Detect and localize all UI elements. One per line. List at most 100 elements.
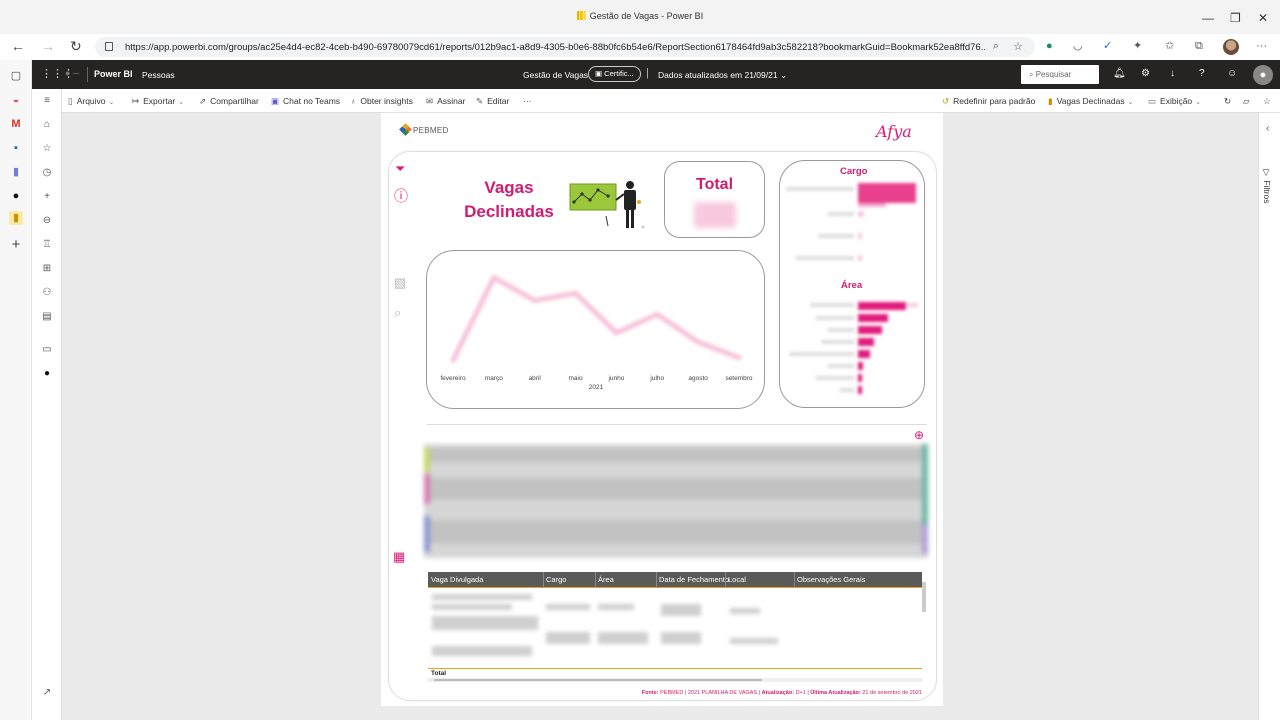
workspace-avatar-icon[interactable]: ● xyxy=(40,367,54,381)
hamburger-icon[interactable]: ≡ xyxy=(40,94,54,108)
filters-label[interactable]: ▽ Filtros xyxy=(1262,168,1272,204)
window-title: Gestão de Vagas - Power BI xyxy=(0,11,1280,21)
certified-badge[interactable]: ▣ Certific... xyxy=(588,66,641,82)
help-circle-icon[interactable]: ⓘ xyxy=(394,189,408,203)
line-point[interactable] xyxy=(491,275,497,281)
data-updated[interactable]: Dados atualizados em 21/09/21 ⌄ xyxy=(658,70,787,81)
extension-icon[interactable]: ● xyxy=(1046,40,1053,52)
comments-icon[interactable]: ▱ xyxy=(1243,96,1250,107)
view-menu[interactable]: ▭ Exibição ⌄ xyxy=(1148,96,1201,107)
filters-pane[interactable]: ‹ ▽ Filtros xyxy=(1258,113,1280,720)
table-row xyxy=(546,604,590,610)
export-menu[interactable]: ↦ Exportar ⌄ xyxy=(132,96,184,107)
teams-chat-button[interactable]: ▣ Chat no Teams xyxy=(271,96,340,107)
home-icon[interactable]: ⌂ xyxy=(40,118,54,132)
favorites-icon[interactable]: ✩ xyxy=(1165,40,1174,52)
expand-icon[interactable]: ↗ xyxy=(40,686,54,700)
line-point[interactable] xyxy=(695,339,701,345)
powerbi-app-icon[interactable]: ▮ xyxy=(9,211,23,225)
forward-icon[interactable]: → xyxy=(41,39,55,53)
col-data-fechamento[interactable]: Data de Fechamento xyxy=(659,575,729,584)
more-icon[interactable]: ··· xyxy=(1256,40,1267,52)
favorites-nav-icon[interactable]: ☆ xyxy=(40,142,54,156)
zoom-search-icon[interactable]: ⌕ xyxy=(394,306,401,320)
search-box[interactable]: ⌕ Pesquisar xyxy=(1021,65,1099,84)
drill-icon[interactable]: ▧ xyxy=(394,276,406,290)
line-point[interactable] xyxy=(532,298,538,304)
file-menu[interactable]: ▯ Arquivo ⌄ xyxy=(68,96,114,107)
line-path[interactable] xyxy=(450,275,740,362)
minimize-icon[interactable]: — xyxy=(1202,12,1214,24)
learn-icon[interactable]: ▤ xyxy=(40,310,54,324)
line-point[interactable] xyxy=(736,355,742,361)
col-vaga-divulgada[interactable]: Vaga Divulgada xyxy=(431,575,483,584)
chart-app-icon[interactable]: ▮ xyxy=(9,165,23,179)
scrollbar-thumb[interactable] xyxy=(434,679,762,681)
line-point[interactable] xyxy=(654,311,660,317)
url-field[interactable]: https://app.powerbi.com/groups/ac25e4d4-… xyxy=(95,37,1035,57)
reset-default-button[interactable]: ↺ Redefinir para padrão xyxy=(942,96,1035,107)
apps-icon[interactable]: ⊞ xyxy=(40,262,54,276)
line-point[interactable] xyxy=(613,330,619,336)
download-icon[interactable]: ↓ xyxy=(1170,69,1175,79)
refresh-report-icon[interactable]: ↻ xyxy=(1224,96,1231,107)
create-icon[interactable]: + xyxy=(40,190,54,204)
pocket-icon[interactable]: ◡ xyxy=(1073,40,1083,52)
col-cargo[interactable]: Cargo xyxy=(546,575,566,584)
filter-icon[interactable]: ⏷ xyxy=(395,162,405,176)
table-row xyxy=(598,604,634,610)
analytics-icon[interactable]: ▪ xyxy=(9,141,23,155)
workspaces-icon[interactable]: ▭ xyxy=(40,343,54,357)
close-icon[interactable]: ✕ xyxy=(1258,12,1268,24)
table-icon[interactable]: ▦ xyxy=(393,550,405,564)
recent-icon[interactable]: ◷ xyxy=(40,166,54,180)
more-commands-button[interactable]: ··· xyxy=(523,96,532,106)
browser-profile-avatar[interactable] xyxy=(1223,39,1239,55)
zoom-in-icon[interactable]: ⊕ xyxy=(914,428,924,442)
col-local[interactable]: Local xyxy=(728,575,746,584)
line-point[interactable] xyxy=(450,357,456,363)
table-vertical-scrollbar[interactable] xyxy=(922,582,926,612)
notifications-icon[interactable]: 🔔︎ xyxy=(1113,69,1126,79)
add-favorite-icon[interactable]: ☆ xyxy=(1013,40,1023,53)
vagas-line-chart[interactable]: fevereiro março abril maio junho julho agosto s… xyxy=(427,251,766,410)
help-icon[interactable]: ? xyxy=(1199,69,1205,79)
goals-icon[interactable]: ♖ xyxy=(40,238,54,252)
favorite-report-icon[interactable]: ☆ xyxy=(1263,96,1271,107)
col-area[interactable]: Área xyxy=(598,575,614,584)
vagas-table[interactable]: Vaga Divulgada Cargo Área Data de Fecham… xyxy=(428,572,926,682)
details-visual-blurred[interactable] xyxy=(424,444,928,558)
github-icon[interactable]: ● xyxy=(9,189,23,203)
shared-icon[interactable]: ⚇ xyxy=(40,286,54,300)
back-icon[interactable]: ← xyxy=(11,39,25,53)
tabs-icon[interactable]: ▢ xyxy=(9,69,23,83)
line-chart-card[interactable]: fevereiro março abril maio junho julho agosto s… xyxy=(426,250,765,409)
settings-icon[interactable]: ⚙ xyxy=(1141,69,1150,79)
check-icon[interactable]: ✓ xyxy=(1103,40,1112,52)
restore-icon[interactable]: ❐ xyxy=(1230,12,1241,24)
col-observacoes[interactable]: Observações Gerais xyxy=(797,575,865,584)
total-card[interactable]: Total xyxy=(664,161,765,238)
chevron-left-icon[interactable]: ‹ xyxy=(1266,123,1269,134)
feedback-icon[interactable]: ☺ xyxy=(1227,69,1237,79)
powerbi-brand[interactable]: Power BI xyxy=(94,69,133,79)
bookmarks-menu[interactable]: ▮ Vagas Declinadas ⌄ xyxy=(1048,96,1133,107)
user-avatar[interactable]: ● xyxy=(1253,65,1273,85)
refresh-icon[interactable]: ↻ xyxy=(70,39,82,53)
workspace-link[interactable]: Pessoas xyxy=(142,70,175,80)
table-body xyxy=(428,588,922,668)
insights-button[interactable]: ♁ Obter insights xyxy=(350,96,413,106)
share-button[interactable]: ⇗ Compartilhar xyxy=(199,96,259,107)
zoom-icon[interactable]: ⌕ xyxy=(993,40,999,53)
pocket-app-icon[interactable]: ◒ xyxy=(9,93,23,107)
add-app-icon[interactable]: + xyxy=(9,237,23,252)
edit-button[interactable]: ✎ Editar xyxy=(476,96,509,107)
app-dots: ● ─ xyxy=(65,68,80,78)
collections-icon[interactable]: ⧉ xyxy=(1195,40,1203,52)
gmail-icon[interactable]: M xyxy=(9,117,23,131)
datasets-icon[interactable]: ⊖ xyxy=(40,214,54,228)
subscribe-button[interactable]: ✉ Assinar xyxy=(426,96,465,107)
line-point[interactable] xyxy=(573,290,579,296)
puzzle-icon[interactable]: ✦ xyxy=(1133,40,1142,52)
table-horizontal-scrollbar[interactable] xyxy=(428,678,922,682)
